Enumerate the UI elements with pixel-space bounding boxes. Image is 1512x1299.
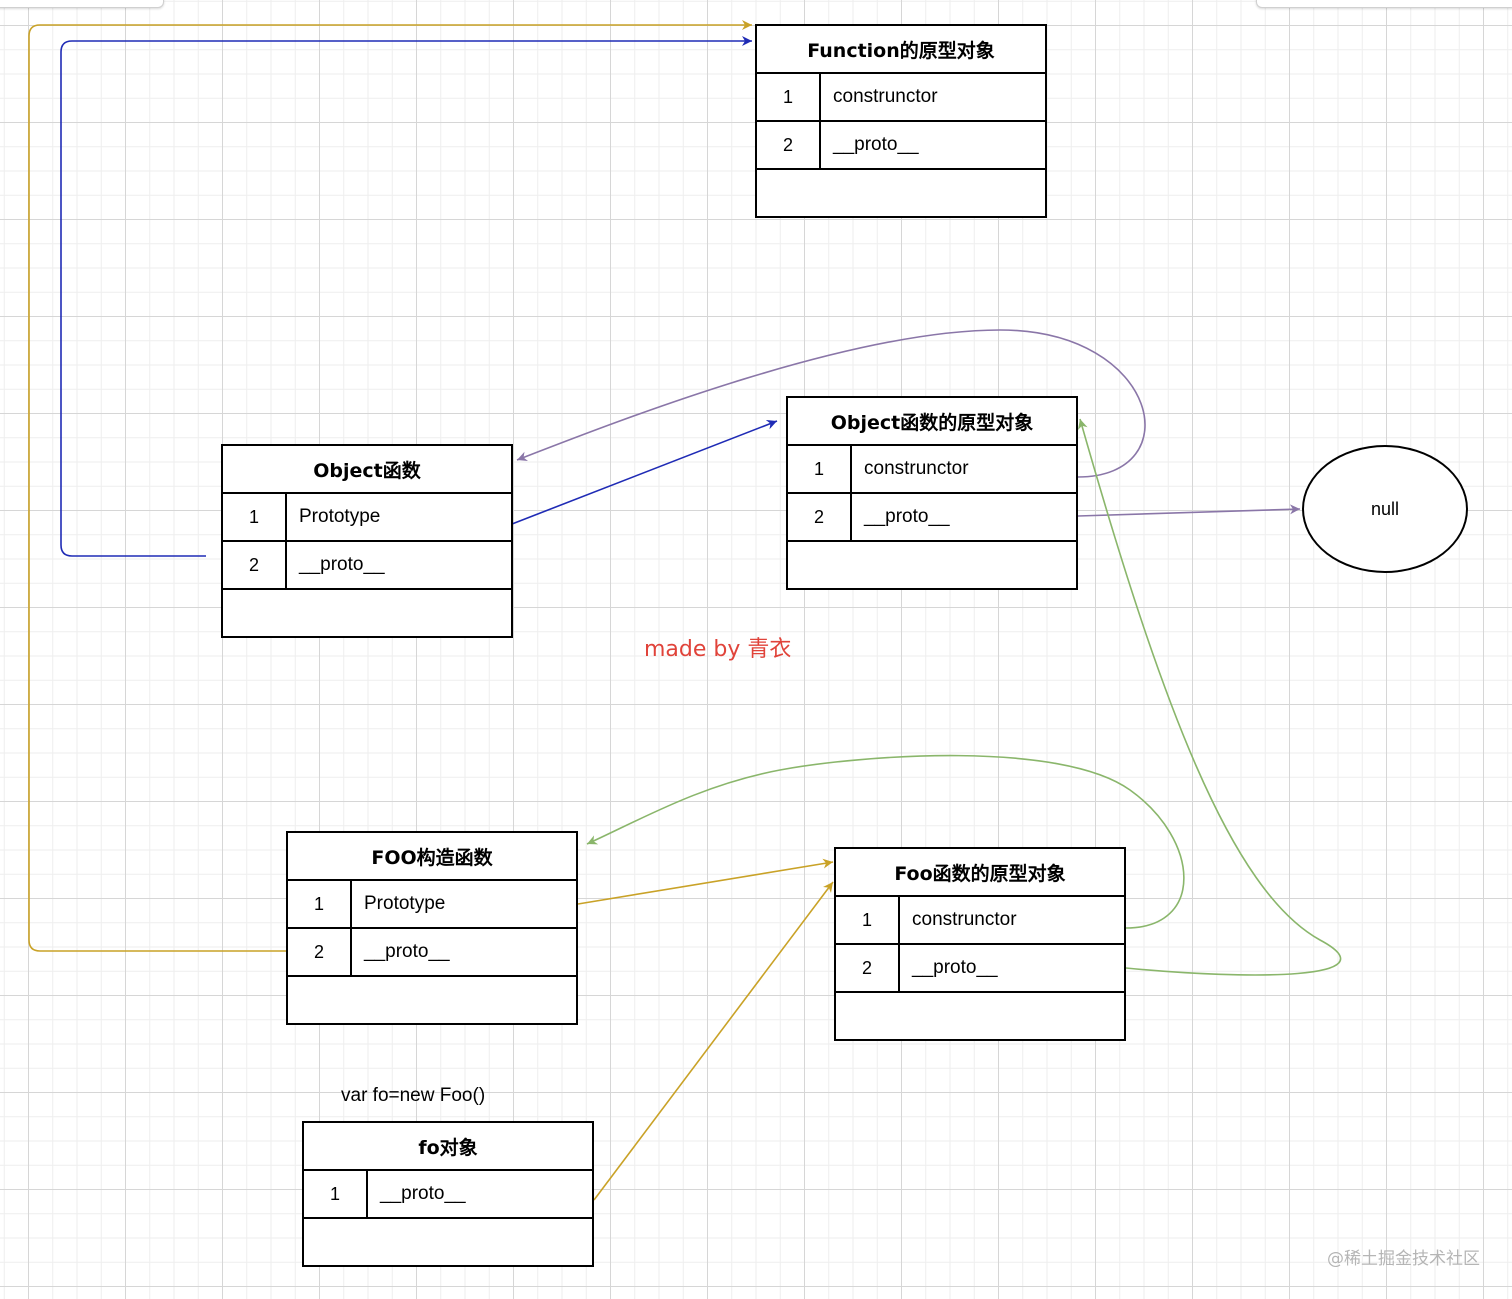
- table-empty-row: [836, 993, 1124, 1039]
- row-field: __proto__: [833, 134, 919, 155]
- null-node[interactable]: null: [1302, 445, 1468, 573]
- fo-object-table[interactable]: fo对象 1 __proto__: [302, 1121, 594, 1267]
- row-field: Prototype: [364, 893, 446, 914]
- table-empty-row: [757, 170, 1045, 216]
- table-row: 1 Prototype: [288, 881, 576, 929]
- row-index: 1: [757, 74, 821, 120]
- row-field: __proto__: [299, 554, 385, 575]
- row-index: 1: [836, 897, 900, 943]
- foo-ctor-table[interactable]: FOO构造函数 1 Prototype 2 __proto__: [286, 831, 578, 1025]
- row-field: construnctor: [864, 458, 969, 479]
- table-row: 1 construnctor: [788, 446, 1076, 494]
- table-title: Function的原型对象: [757, 26, 1045, 74]
- row-field: __proto__: [380, 1183, 466, 1204]
- row-index: 1: [223, 494, 287, 540]
- fo-instantiation-label: var fo=new Foo(): [341, 1085, 486, 1106]
- table-empty-row: [223, 590, 511, 636]
- table-row: 2 __proto__: [288, 929, 576, 977]
- row-index: 2: [288, 929, 352, 975]
- row-field: __proto__: [912, 957, 998, 978]
- row-field: __proto__: [864, 506, 950, 527]
- row-index: 2: [223, 542, 287, 588]
- table-empty-row: [288, 977, 576, 1023]
- edge-object-proto-proto-to-null: [1077, 504, 1301, 517]
- table-row: 1 Prototype: [223, 494, 511, 542]
- foo-proto-table[interactable]: Foo函数的原型对象 1 construnctor 2 __proto__: [834, 847, 1126, 1041]
- row-index: 1: [788, 446, 852, 492]
- row-field: __proto__: [364, 941, 450, 962]
- table-title: FOO构造函数: [288, 833, 576, 881]
- row-field: Prototype: [299, 506, 381, 527]
- site-watermark: @稀土掘金技术社区: [1327, 1249, 1480, 1269]
- table-row: 2 __proto__: [788, 494, 1076, 542]
- table-empty-row: [788, 542, 1076, 588]
- table-title: Object函数: [223, 446, 511, 494]
- row-field: construnctor: [833, 86, 938, 107]
- row-index: 1: [304, 1171, 368, 1217]
- table-title: Foo函数的原型对象: [836, 849, 1124, 897]
- object-proto-table[interactable]: Object函数的原型对象 1 construnctor 2 __proto__: [786, 396, 1078, 590]
- row-index: 2: [788, 494, 852, 540]
- table-row: 1 __proto__: [304, 1171, 592, 1219]
- edge-object-fn-prototype-to-object-proto: [511, 419, 778, 525]
- table-row: 1 construnctor: [757, 74, 1045, 122]
- row-index: 2: [757, 122, 821, 168]
- table-row: 1 construnctor: [836, 897, 1124, 945]
- object-fn-table[interactable]: Object函数 1 Prototype 2 __proto__: [221, 444, 513, 638]
- row-field: construnctor: [912, 909, 1017, 930]
- row-index: 2: [836, 945, 900, 991]
- edge-fo-proto-to-foo-proto: [593, 881, 834, 1201]
- table-title: fo对象: [304, 1123, 592, 1171]
- table-row: 2 __proto__: [223, 542, 511, 590]
- table-row: 2 __proto__: [836, 945, 1124, 993]
- function-proto-table[interactable]: Function的原型对象 1 construnctor 2 __proto__: [755, 24, 1047, 218]
- edge-foo-ctor-prototype-to-foo-proto: [577, 858, 834, 905]
- table-empty-row: [304, 1219, 592, 1265]
- row-index: 1: [288, 881, 352, 927]
- author-credit: made by 青衣: [644, 637, 792, 662]
- table-row: 2 __proto__: [757, 122, 1045, 170]
- table-title: Object函数的原型对象: [788, 398, 1076, 446]
